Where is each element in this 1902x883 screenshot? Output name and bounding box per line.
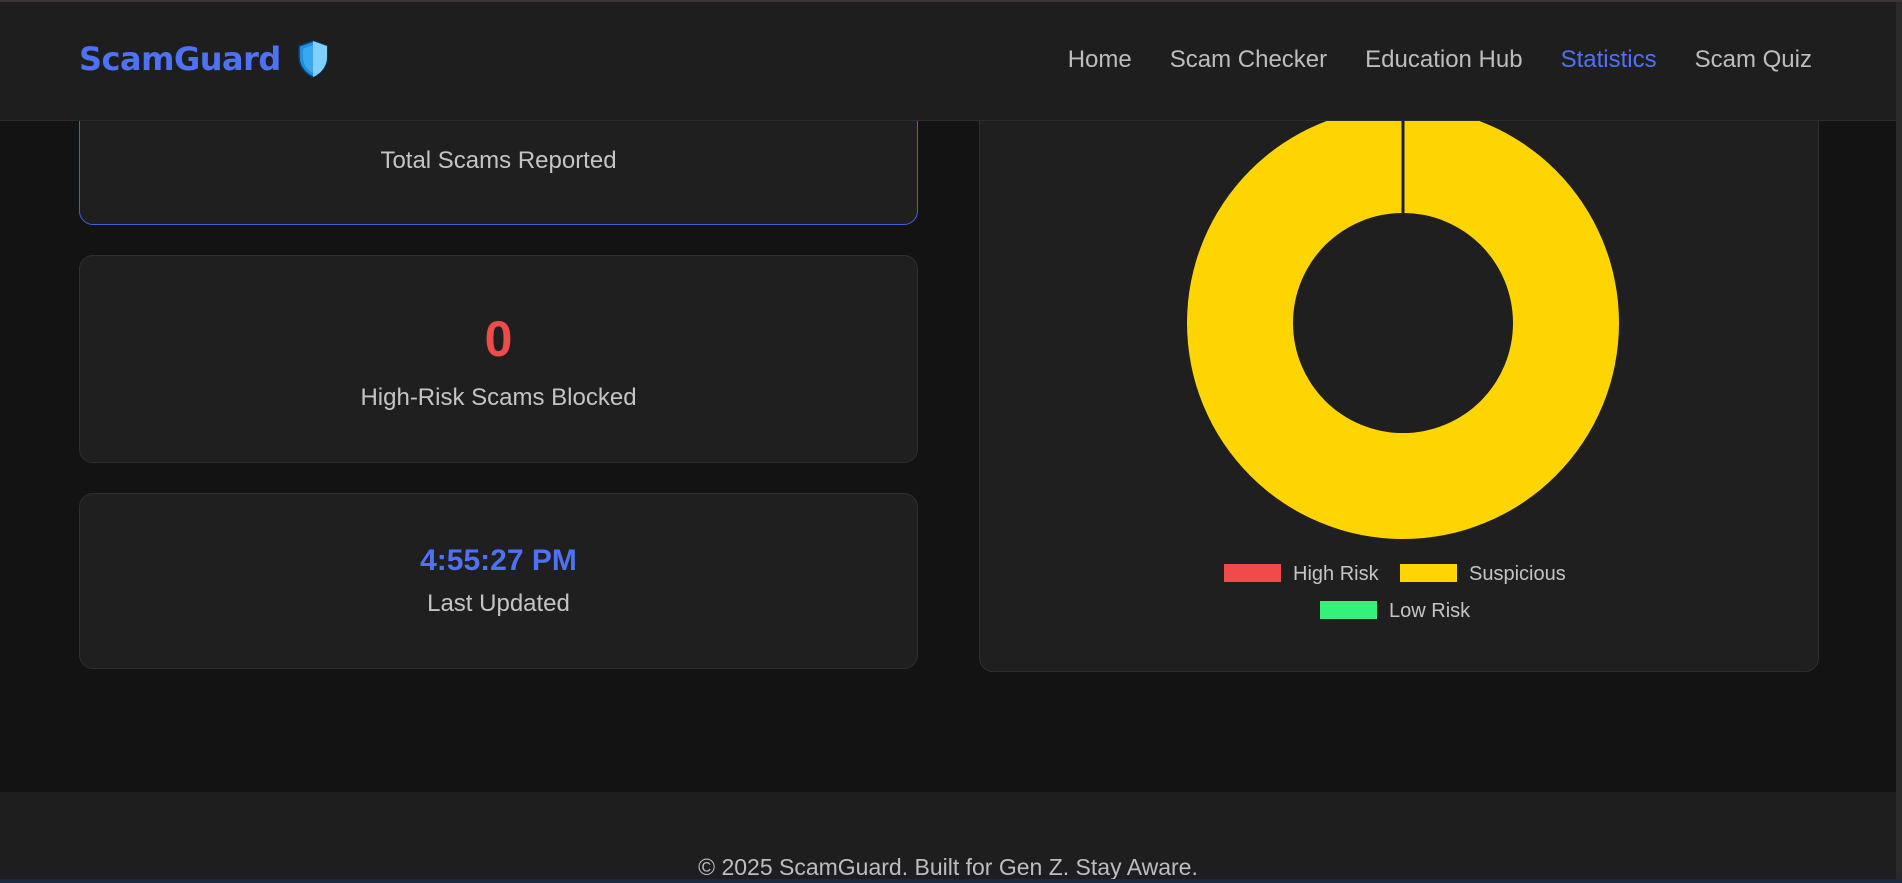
- shield-icon: [297, 40, 329, 78]
- legend-label-high-risk: High Risk: [1293, 563, 1380, 585]
- brand-logo[interactable]: ScamGuard: [79, 40, 329, 78]
- legend-high-risk[interactable]: High Risk: [1224, 563, 1380, 585]
- page-scrollbar[interactable]: [1896, 2, 1902, 883]
- legend-swatch-low-risk: [1320, 601, 1377, 619]
- high-risk-count: 0: [484, 311, 513, 367]
- total-scams-label: Total Scams Reported: [380, 147, 617, 174]
- window-bottom-edge: [0, 879, 1902, 883]
- last-updated-time: 4:55:27 PM: [420, 544, 577, 577]
- brand-name: ScamGuard: [79, 40, 281, 78]
- legend-low-risk[interactable]: Low Risk: [1320, 600, 1471, 622]
- legend-swatch-suspicious: [1400, 564, 1457, 582]
- nav-education-hub[interactable]: Education Hub: [1365, 46, 1522, 74]
- legend-swatch-high-risk: [1224, 564, 1281, 582]
- last-updated-card: 4:55:27 PM Last Updated: [79, 493, 918, 669]
- nav-statistics[interactable]: Statistics: [1561, 46, 1657, 74]
- legend-label-suspicious: Suspicious: [1469, 563, 1566, 585]
- high-risk-card: 0 High-Risk Scams Blocked: [79, 255, 918, 463]
- high-risk-label: High-Risk Scams Blocked: [360, 384, 637, 411]
- nav-scam-checker[interactable]: Scam Checker: [1170, 46, 1327, 74]
- site-footer: © 2025 ScamGuard. Built for Gen Z. Stay …: [0, 792, 1896, 883]
- last-updated-label: Last Updated: [427, 590, 570, 617]
- risk-distribution-chart-card: High Risk Suspicious Low Risk: [979, 60, 1819, 672]
- legend-label-low-risk: Low Risk: [1389, 600, 1471, 622]
- site-header: ScamGuard Home Scam Checker Education Hu…: [0, 2, 1896, 121]
- footer-copyright: © 2025 ScamGuard. Built for Gen Z. Stay …: [698, 854, 1198, 880]
- nav-scam-quiz[interactable]: Scam Quiz: [1695, 46, 1812, 74]
- main-nav: Home Scam Checker Education Hub Statisti…: [1068, 46, 1812, 74]
- risk-donut-chart: High Risk Suspicious Low Risk: [1187, 107, 1619, 622]
- nav-home[interactable]: Home: [1068, 46, 1132, 74]
- legend-suspicious[interactable]: Suspicious: [1400, 563, 1566, 585]
